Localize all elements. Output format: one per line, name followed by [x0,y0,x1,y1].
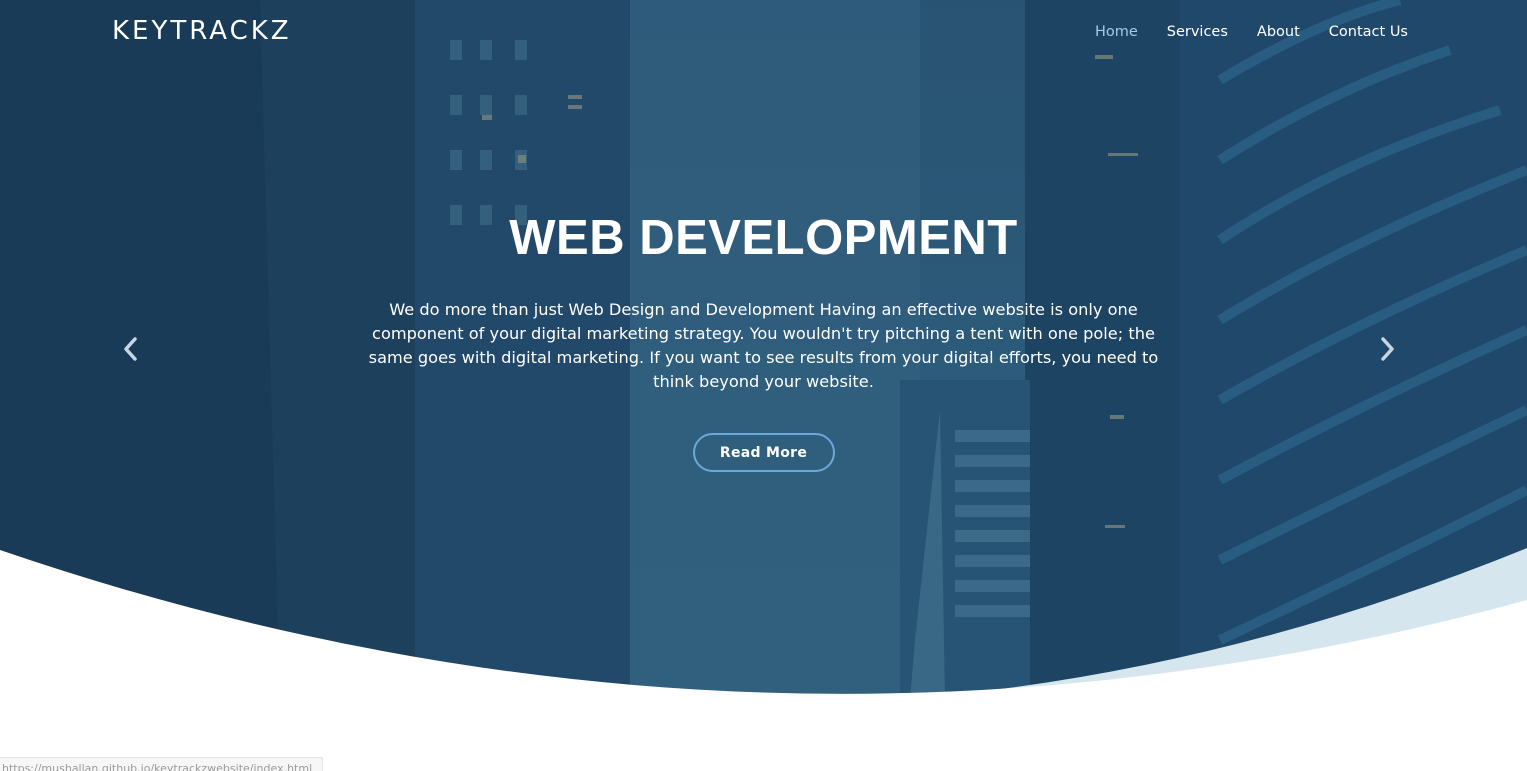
nav-link-home[interactable]: Home [1095,24,1138,40]
hero-title: WEB DEVELOPMENT [509,211,1018,265]
brand-logo[interactable]: KEYTRACKZ [112,16,292,46]
hero-description: We do more than just Web Design and Deve… [368,300,1159,391]
navbar: KEYTRACKZ Home Services About Contact Us [0,0,1527,68]
nav-link-contact-us[interactable]: Contact Us [1329,24,1408,40]
nav-links: Home Services About Contact Us [1066,24,1408,40]
hero-wave-divider [0,548,1527,720]
read-more-button[interactable]: Read More [692,433,835,472]
hero-content: WEB DEVELOPMENT We do more than just Web… [0,210,1527,472]
nav-link-services[interactable]: Services [1167,24,1228,40]
browser-status-bar: https://mushallan.github.io/keytrackzweb… [0,757,323,771]
nav-link-about[interactable]: About [1257,24,1300,40]
